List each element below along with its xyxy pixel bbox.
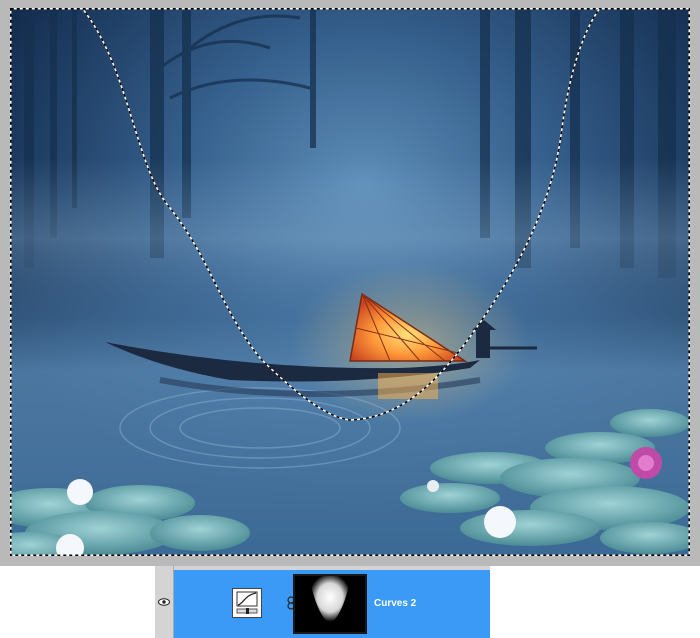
layer-row-curves[interactable]: Curves 2 bbox=[174, 570, 490, 638]
layer-mask-thumbnail[interactable] bbox=[293, 574, 367, 634]
layer-visibility-toggle[interactable] bbox=[155, 566, 174, 638]
curves-icon[interactable] bbox=[232, 588, 262, 618]
canvas-image bbox=[10, 8, 690, 556]
image-canvas[interactable] bbox=[10, 8, 690, 556]
document-canvas-frame bbox=[0, 0, 700, 566]
layers-panel: Curves 2 bbox=[155, 566, 490, 638]
layers-area: Curves 2 bbox=[0, 566, 700, 638]
eye-icon bbox=[158, 598, 170, 606]
layer-name-label[interactable]: Curves 2 bbox=[374, 598, 416, 609]
